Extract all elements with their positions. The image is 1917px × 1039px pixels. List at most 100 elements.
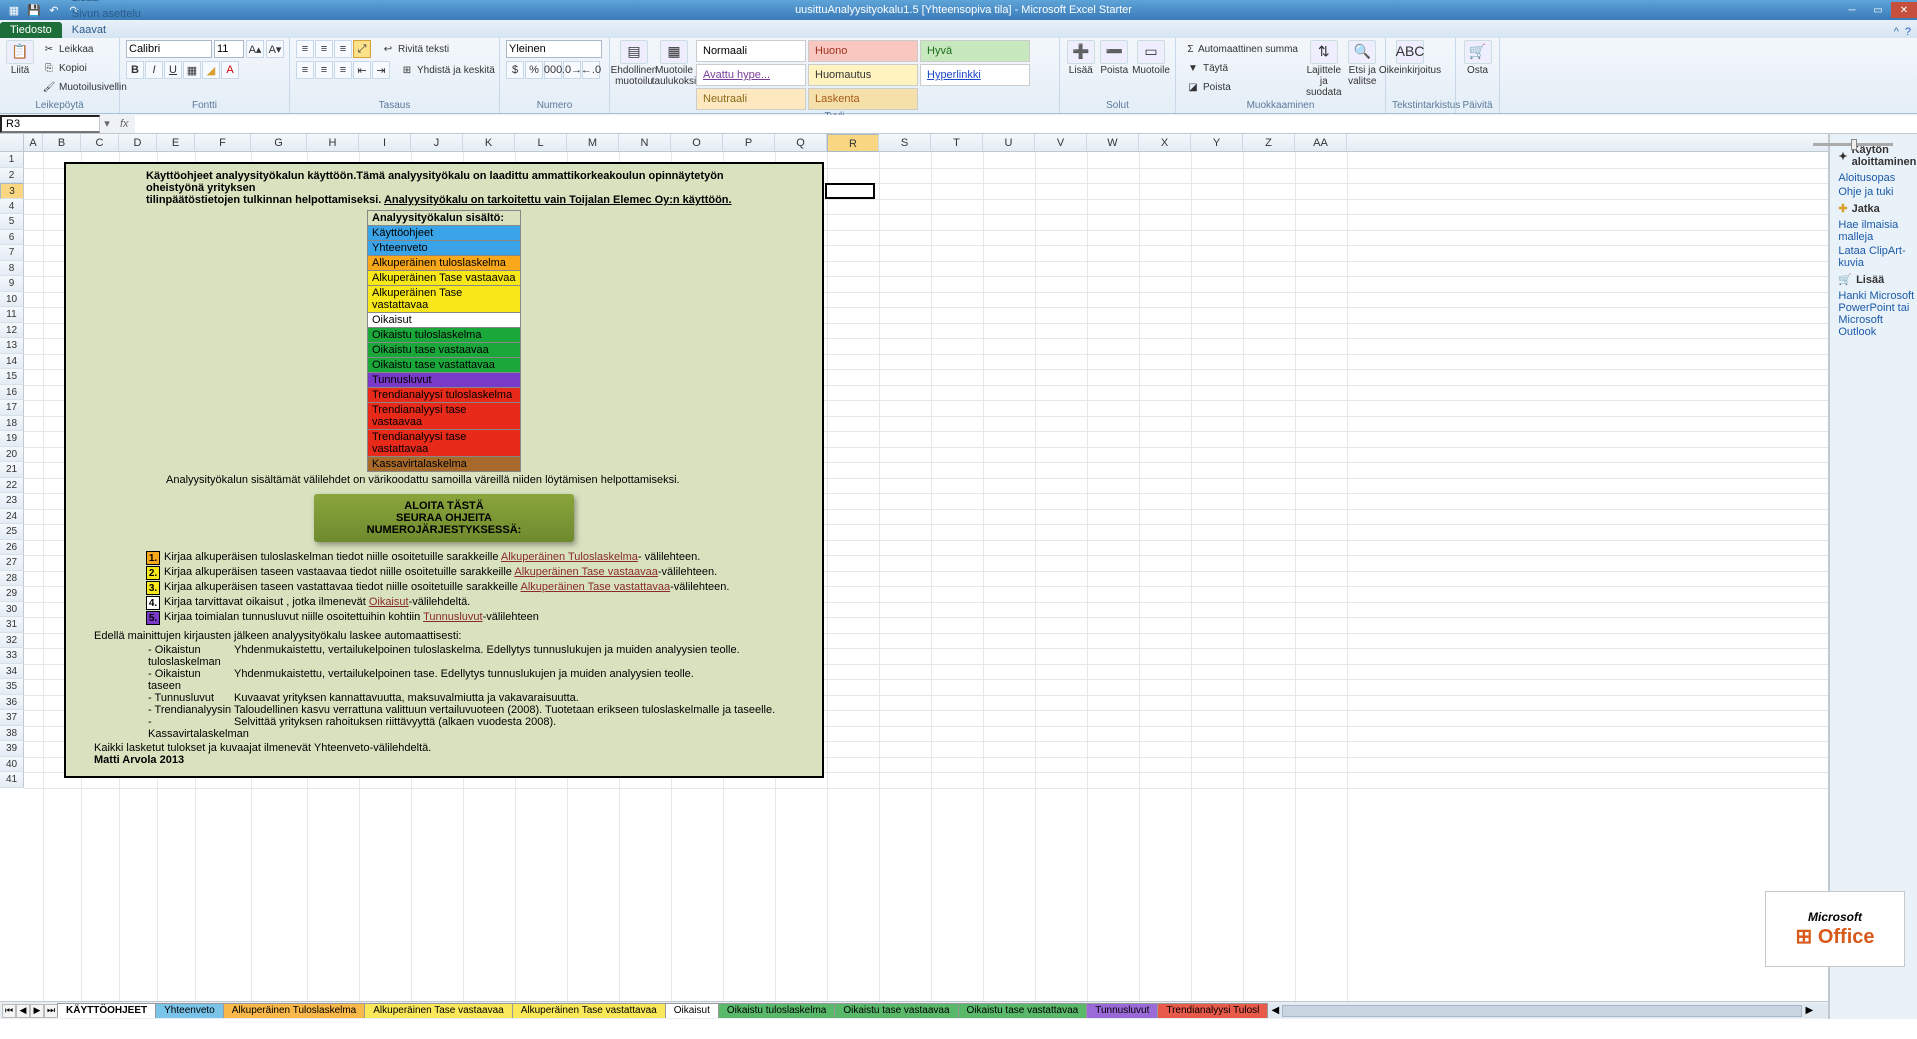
bold-button[interactable]: B [126, 61, 144, 79]
row-header-3[interactable]: 3 [0, 183, 24, 199]
cell-styles-gallery[interactable]: NormaaliHuonoHyväAvattu hype...Huomautus… [696, 40, 1030, 110]
link-start-guide[interactable]: Aloitusopas [1838, 172, 1916, 184]
col-header-M[interactable]: M [567, 134, 619, 151]
row-header-14[interactable]: 14 [0, 354, 24, 370]
minimize-ribbon-icon[interactable]: ^ [1894, 26, 1899, 38]
row-header-13[interactable]: 13 [0, 338, 24, 354]
underline-button[interactable]: U [164, 61, 182, 79]
sheet-tab[interactable]: Oikaistu tuloslaskelma [718, 1003, 835, 1018]
row-header-11[interactable]: 11 [0, 307, 24, 323]
sheet-tab[interactable]: Oikaistu tase vastattavaa [958, 1003, 1088, 1018]
row-header-28[interactable]: 28 [0, 571, 24, 587]
row-header-15[interactable]: 15 [0, 369, 24, 385]
format-table-button[interactable]: ▦Muotoile taulukoksi [656, 40, 692, 87]
style-cell[interactable]: Laskenta [808, 88, 918, 110]
formula-bar[interactable] [135, 115, 1917, 133]
row-header-1[interactable]: 1 [0, 152, 24, 168]
painter-button[interactable]: 🖌Muotoilusivellin [38, 78, 131, 96]
scroll-left-button[interactable]: ◀ [1268, 1005, 1282, 1016]
row-header-32[interactable]: 32 [0, 633, 24, 649]
sheet-tab[interactable]: KÄYTTÖOHJEET [57, 1003, 156, 1018]
find-select-button[interactable]: 🔍Etsi ja valitse [1346, 40, 1379, 87]
col-header-W[interactable]: W [1087, 134, 1139, 151]
link-templates[interactable]: Hae ilmaisia malleja [1838, 219, 1916, 243]
name-box-dropdown[interactable]: ▾ [100, 117, 114, 130]
row-header-25[interactable]: 25 [0, 524, 24, 540]
style-cell[interactable]: Neutraali [696, 88, 806, 110]
row-header-5[interactable]: 5 [0, 214, 24, 230]
scroll-thumb[interactable] [1282, 1005, 1802, 1017]
row-header-7[interactable]: 7 [0, 245, 24, 261]
fill-color-button[interactable]: ◢ [202, 61, 220, 79]
style-cell[interactable]: Huomautus [808, 64, 918, 86]
col-header-F[interactable]: F [195, 134, 251, 151]
paste-button[interactable]: 📋Liitä [6, 40, 34, 76]
row-header-36[interactable]: 36 [0, 695, 24, 711]
style-cell[interactable]: Normaali [696, 40, 806, 62]
inc-decimal-button[interactable]: .0→ [563, 61, 581, 79]
align-center-button[interactable]: ≡ [315, 61, 333, 79]
row-header-33[interactable]: 33 [0, 648, 24, 664]
row-header-30[interactable]: 30 [0, 602, 24, 618]
row-header-16[interactable]: 16 [0, 385, 24, 401]
row-header-39[interactable]: 39 [0, 741, 24, 757]
step-link[interactable]: Alkuperäinen Tase vastattavaa [521, 581, 671, 593]
step-link[interactable]: Tunnusluvut [423, 611, 483, 623]
row-header-37[interactable]: 37 [0, 710, 24, 726]
col-header-B[interactable]: B [43, 134, 81, 151]
step-link[interactable]: Alkuperäinen Tuloslaskelma [501, 551, 638, 563]
delete-cells-button[interactable]: ➖Poista [1100, 40, 1130, 76]
percent-button[interactable]: % [525, 61, 543, 79]
conditional-formatting-button[interactable]: ▤Ehdollinen muotoilu [616, 40, 652, 87]
italic-button[interactable]: I [145, 61, 163, 79]
align-bottom-button[interactable]: ≡ [334, 40, 352, 58]
clear-button[interactable]: ◪Poista [1182, 78, 1302, 96]
row-header-23[interactable]: 23 [0, 493, 24, 509]
save-icon[interactable]: 💾 [26, 2, 42, 18]
wrap-text-button[interactable]: ↩Rivitä teksti [377, 40, 453, 58]
cut-button[interactable]: ✂Leikkaa [38, 40, 131, 58]
font-size-select[interactable] [214, 40, 244, 58]
col-header-J[interactable]: J [411, 134, 463, 151]
style-cell[interactable]: Avattu hype... [696, 64, 806, 86]
row-header-8[interactable]: 8 [0, 261, 24, 277]
row-header-18[interactable]: 18 [0, 416, 24, 432]
border-button[interactable]: ▦ [183, 61, 201, 79]
align-top-button[interactable]: ≡ [296, 40, 314, 58]
col-header-K[interactable]: K [463, 134, 515, 151]
style-cell[interactable]: Hyperlinkki [920, 64, 1030, 86]
col-header-Q[interactable]: Q [775, 134, 827, 151]
row-header-24[interactable]: 24 [0, 509, 24, 525]
row-header-2[interactable]: 2 [0, 168, 24, 184]
number-format-select[interactable] [506, 40, 602, 58]
currency-button[interactable]: $ [506, 61, 524, 79]
shrink-font-button[interactable]: A▾ [266, 40, 284, 58]
spreadsheet-grid[interactable]: ABCDEFGHIJKLMNOPQRSTUVWXYZAA 12345678910… [0, 134, 1829, 1019]
font-color-button[interactable]: A [221, 61, 239, 79]
buy-button[interactable]: 🛒Osta [1462, 40, 1493, 76]
step-link[interactable]: Oikaisut [369, 596, 409, 608]
name-box[interactable] [0, 115, 100, 133]
tab-kaavat[interactable]: Kaavat [62, 22, 151, 38]
copy-button[interactable]: ⎘Kopioi [38, 59, 131, 77]
maximize-button[interactable]: ▭ [1865, 2, 1891, 18]
fx-icon[interactable]: fx [114, 118, 135, 130]
horizontal-scrollbar[interactable]: ◀▶ [1268, 1004, 1828, 1018]
col-header-Y[interactable]: Y [1191, 134, 1243, 151]
sheet-last-button[interactable]: ⏭ [44, 1004, 58, 1018]
style-cell[interactable]: Hyvä [920, 40, 1030, 62]
col-header-U[interactable]: U [983, 134, 1035, 151]
col-header-T[interactable]: T [931, 134, 983, 151]
zoom-handle[interactable] [1851, 139, 1857, 150]
row-header-29[interactable]: 29 [0, 586, 24, 602]
sheet-first-button[interactable]: ⏮ [2, 1004, 16, 1018]
tab-sivun asettelu[interactable]: Sivun asettelu [62, 6, 151, 22]
row-header-27[interactable]: 27 [0, 555, 24, 571]
column-headers[interactable]: ABCDEFGHIJKLMNOPQRSTUVWXYZAA [0, 134, 1828, 152]
col-header-N[interactable]: N [619, 134, 671, 151]
sort-filter-button[interactable]: ⇅Lajittele ja suodata [1306, 40, 1342, 98]
col-header-H[interactable]: H [307, 134, 359, 151]
col-header-S[interactable]: S [879, 134, 931, 151]
col-header-A[interactable]: A [24, 134, 43, 151]
sheet-tab[interactable]: Trendianalyysi Tulosl [1157, 1003, 1268, 1018]
